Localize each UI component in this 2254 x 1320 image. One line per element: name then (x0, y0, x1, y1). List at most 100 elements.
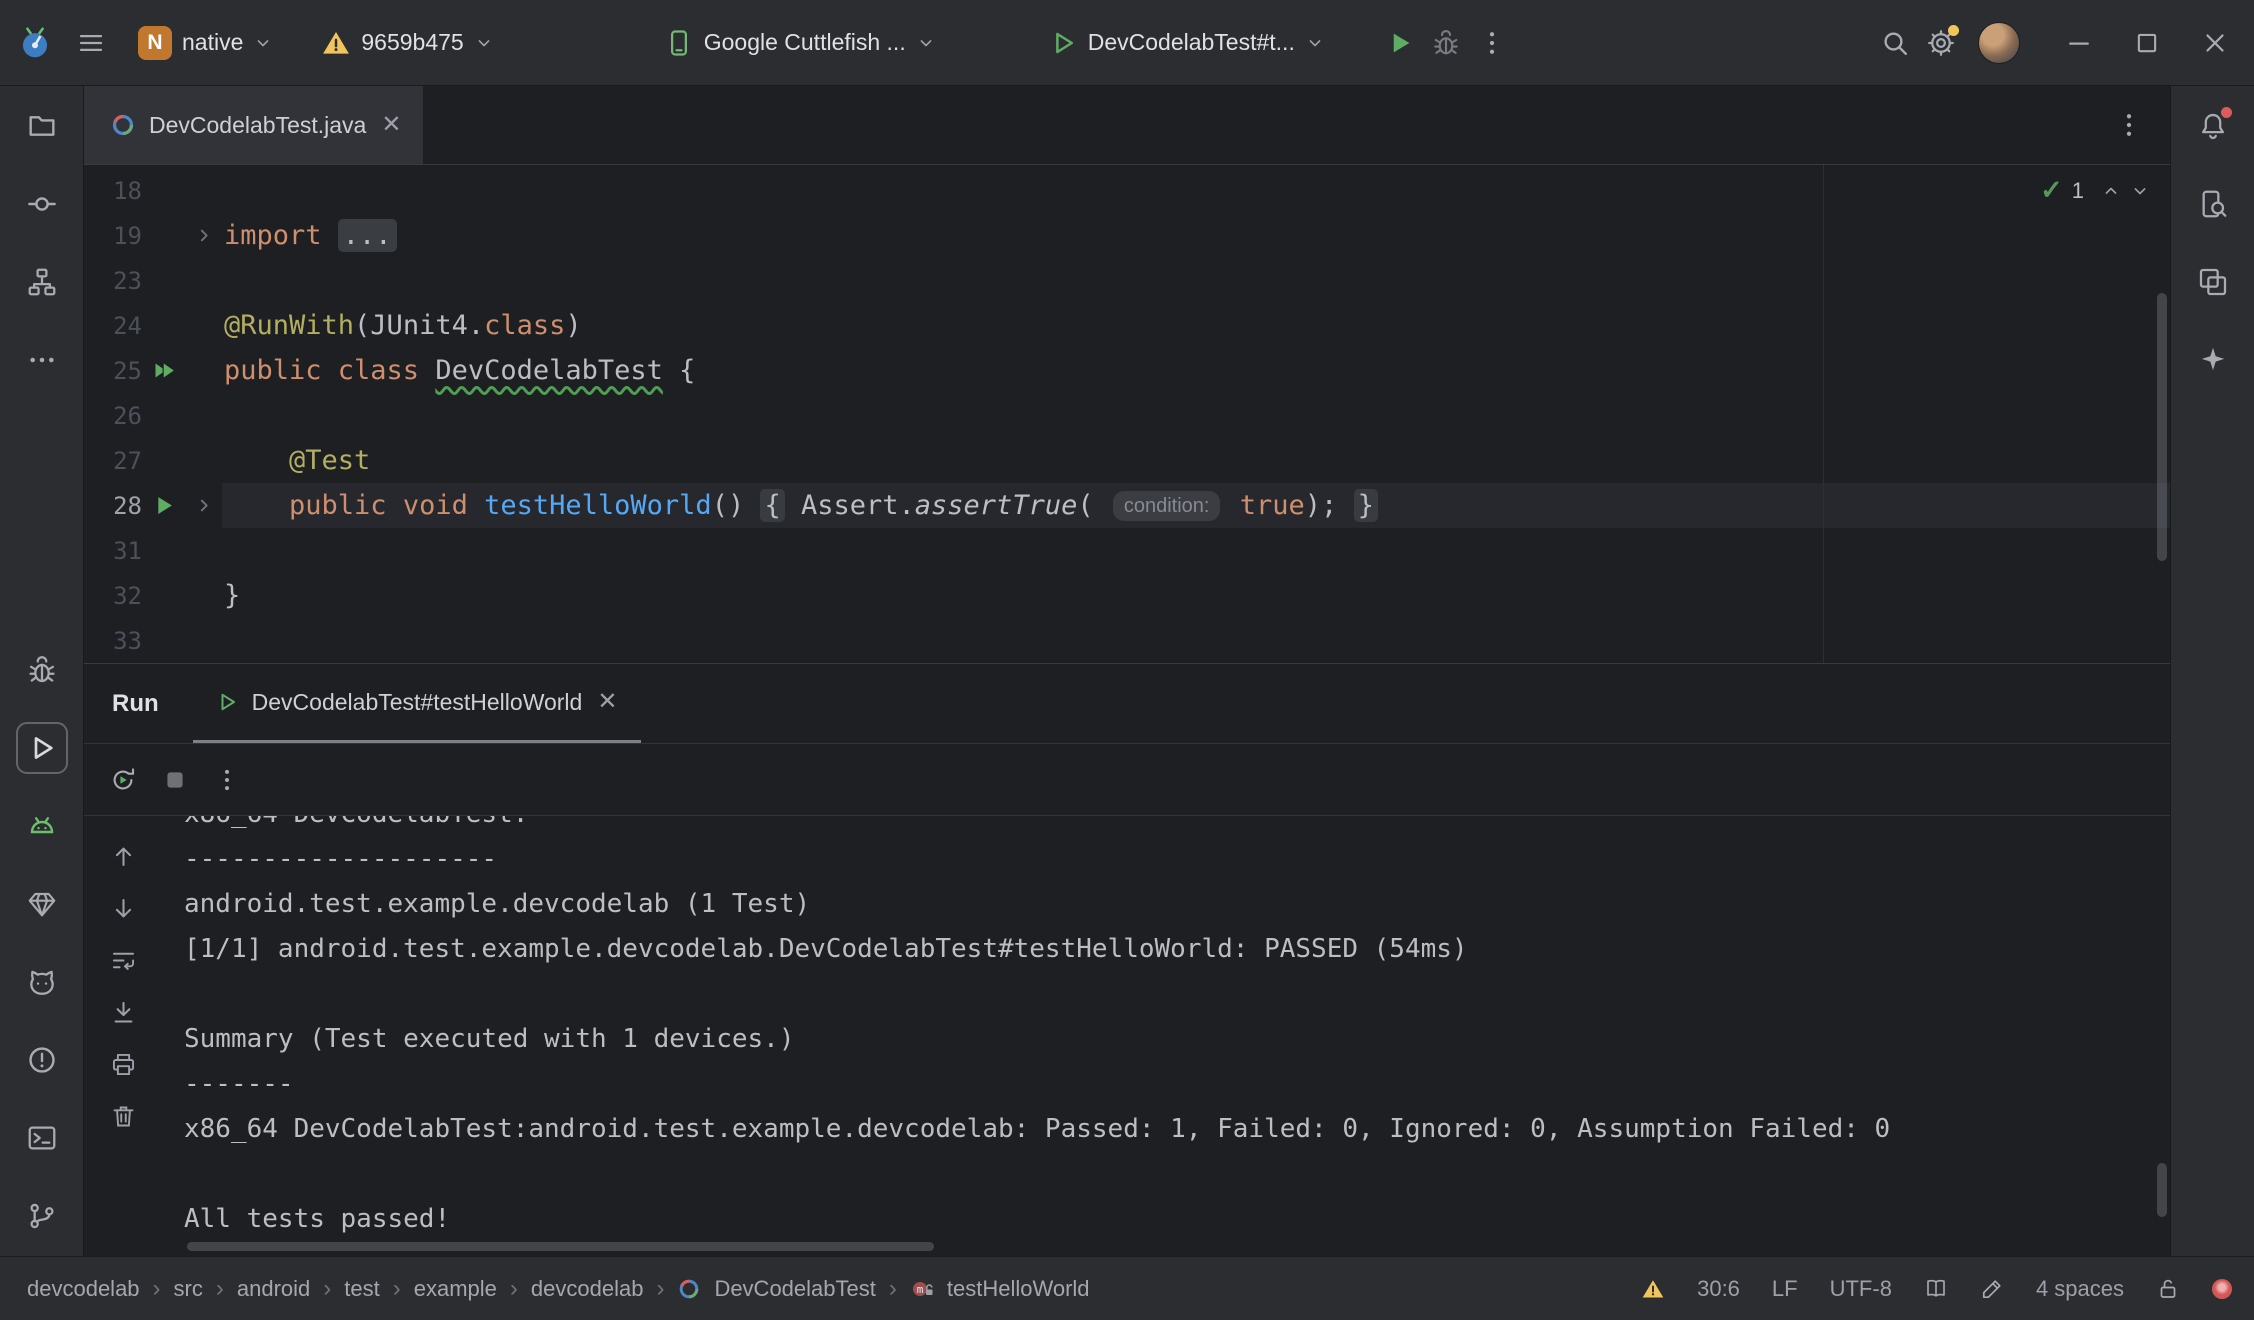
code-line-24[interactable]: 24@RunWith(JUnit4.class) (84, 303, 2170, 348)
running-devices-button[interactable] (16, 800, 68, 852)
minimize-button[interactable] (2056, 20, 2102, 66)
more-actions-button[interactable] (1469, 20, 1515, 66)
device-explorer-button[interactable] (2187, 178, 2239, 230)
line-number: 25 (84, 357, 142, 385)
more-tool-windows-button[interactable] (16, 334, 68, 386)
rerun-button[interactable] (102, 759, 144, 801)
print-button[interactable] (105, 1046, 141, 1082)
console-output[interactable]: x86_64 DevCodelabTest:------------------… (162, 816, 2170, 1256)
code-editor[interactable]: 1819import ...2324@RunWith(JUnit4.class)… (84, 165, 2170, 664)
breadcrumb-item[interactable]: DevCodelabTest (714, 1276, 875, 1302)
pen-icon[interactable] (1980, 1277, 2004, 1301)
file-encoding[interactable]: UTF-8 (1830, 1276, 1892, 1302)
run-class-icon (151, 357, 178, 384)
breadcrumb-item[interactable]: testHelloWorld (947, 1276, 1090, 1302)
warning-icon[interactable] (1641, 1277, 1665, 1301)
run-tab[interactable]: DevCodelabTest#testHelloWorld ✕ (193, 664, 642, 743)
run-button[interactable] (1377, 20, 1423, 66)
editor-scrollbar[interactable] (2157, 293, 2167, 561)
code-line-32[interactable]: 32} (84, 573, 2170, 618)
settings-button[interactable] (1918, 20, 1964, 66)
project-button[interactable] (16, 100, 68, 152)
console-vertical-scrollbar[interactable] (2157, 1163, 2167, 1217)
layout-inspector-button[interactable] (2187, 256, 2239, 308)
project-selector[interactable]: N native (126, 19, 285, 67)
breadcrumb-item[interactable]: src (174, 1276, 203, 1302)
reader-mode-icon[interactable] (1924, 1277, 1948, 1301)
indent-setting[interactable]: 4 spaces (2036, 1276, 2124, 1302)
gemini-button[interactable] (2187, 334, 2239, 386)
code-line-19[interactable]: 19import ... (84, 213, 2170, 258)
gutter-run-slot[interactable] (142, 492, 186, 519)
code-line-23[interactable]: 23 (84, 258, 2170, 303)
tab-devcodelabtest-java[interactable]: DevCodelabTest.java ✕ (84, 86, 423, 164)
tab-options-button[interactable] (2106, 102, 2152, 148)
gutter-run-slot[interactable] (142, 357, 186, 384)
device-manager-button[interactable] (16, 878, 68, 930)
scroll-to-end-button[interactable] (105, 994, 141, 1030)
notifications-button[interactable] (2187, 100, 2239, 152)
run-tab-close-icon[interactable]: ✕ (595, 690, 619, 714)
chevron-down-icon[interactable] (2130, 181, 2150, 201)
commit-button[interactable] (16, 178, 68, 230)
run-test-icon (151, 492, 178, 519)
run-tool-window-button[interactable] (16, 722, 68, 774)
vcs-branch-selector[interactable]: 9659b475 (309, 21, 505, 65)
chevron-up-icon[interactable] (2101, 181, 2121, 201)
right-tool-strip (2170, 86, 2254, 1256)
device-selector[interactable]: Google Cuttlefish ... (652, 21, 948, 65)
android-studio-logo-icon (16, 24, 54, 62)
code-line-25[interactable]: 25 public class DevCodelabTest { (84, 348, 2170, 393)
debug-tool-window-button[interactable] (16, 644, 68, 696)
soft-wrap-button[interactable] (105, 942, 141, 978)
breadcrumb-separator: › (656, 1277, 664, 1301)
line-separator[interactable]: LF (1772, 1276, 1798, 1302)
titlebar-right-group (1872, 20, 2238, 66)
main-menu-button[interactable] (68, 20, 114, 66)
code-line-28[interactable]: 28 public void testHelloWorld() { Assert… (84, 483, 2170, 528)
code-text: } (222, 580, 240, 611)
code-line-31[interactable]: 31 (84, 528, 2170, 573)
version-control-button[interactable] (16, 1190, 68, 1242)
code-line-26[interactable]: 26 (84, 393, 2170, 438)
clear-all-button[interactable] (105, 1098, 141, 1134)
caret-position[interactable]: 30:6 (1697, 1276, 1740, 1302)
stop-button[interactable] (154, 759, 196, 801)
problems-button[interactable] (16, 1034, 68, 1086)
search-everywhere-button[interactable] (1872, 20, 1918, 66)
tab-close-icon[interactable]: ✕ (379, 113, 403, 137)
breadcrumb-item[interactable]: example (414, 1276, 497, 1302)
breadcrumb-item[interactable]: devcodelab (531, 1276, 644, 1302)
logcat-button[interactable] (16, 956, 68, 1008)
maximize-icon (2132, 28, 2162, 58)
chevron-down-icon (474, 33, 494, 53)
structure-button[interactable] (16, 256, 68, 308)
terminal-button[interactable] (16, 1112, 68, 1164)
next-occurrence-button[interactable] (105, 890, 141, 926)
debug-button[interactable] (1423, 20, 1469, 66)
code-line-33[interactable]: 33 (84, 618, 2170, 663)
code-line-18[interactable]: 18 (84, 168, 2170, 213)
previous-occurrence-button[interactable] (105, 838, 141, 874)
gutter-fold-slot[interactable] (186, 225, 222, 246)
maximize-button[interactable] (2124, 20, 2170, 66)
code-text: public class DevCodelabTest { (222, 355, 695, 386)
status-bar-right: 30:6 LF UTF-8 4 spaces (1641, 1276, 2232, 1302)
breadcrumb-item[interactable]: test (344, 1276, 379, 1302)
line-number: 19 (84, 222, 142, 250)
run-configuration-selector[interactable]: DevCodelabTest#t... (1036, 21, 1337, 65)
gutter-fold-slot[interactable] (186, 495, 222, 516)
lock-open-icon[interactable] (2156, 1277, 2180, 1301)
breadcrumb-item[interactable]: android (237, 1276, 310, 1302)
error-indicator[interactable] (2212, 1279, 2232, 1299)
inspection-widget[interactable]: ✓ 1 (2040, 177, 2150, 204)
code-line-27[interactable]: 27 @Test (84, 438, 2170, 483)
folder-icon (26, 110, 58, 142)
close-button[interactable] (2192, 20, 2238, 66)
trash-icon (110, 1103, 137, 1130)
console-horizontal-scrollbar[interactable] (187, 1242, 934, 1251)
avatar[interactable] (1978, 22, 2020, 64)
breadcrumb-item[interactable]: devcodelab (27, 1276, 140, 1302)
more-options-button[interactable] (206, 759, 248, 801)
tab-label: DevCodelabTest.java (149, 112, 366, 139)
